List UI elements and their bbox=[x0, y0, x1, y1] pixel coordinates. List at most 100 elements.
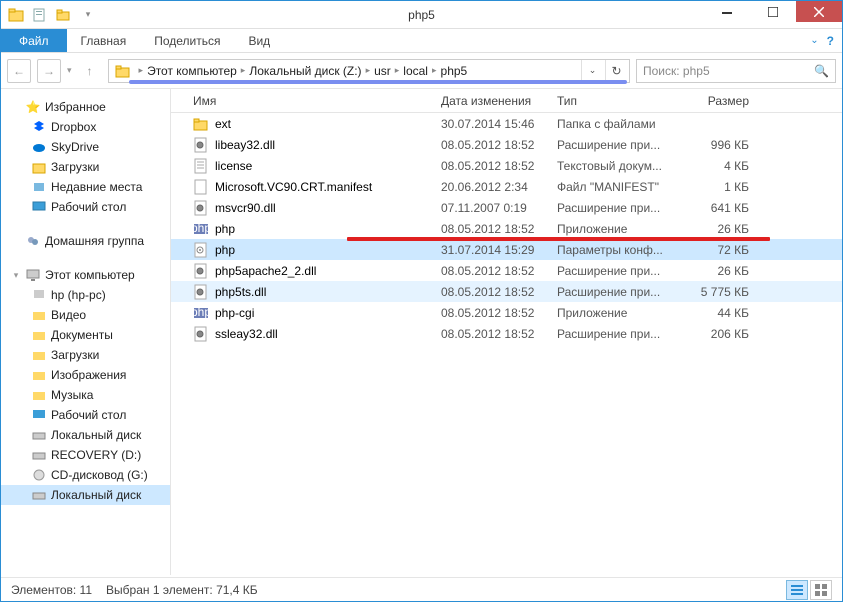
view-icons-button[interactable] bbox=[810, 580, 832, 600]
chevron-right-icon[interactable]: ▸ bbox=[364, 65, 373, 76]
download-icon bbox=[31, 159, 47, 175]
file-row[interactable]: Microsoft.VC90.CRT.manifest20.06.2012 2:… bbox=[171, 176, 842, 197]
tree-recent[interactable]: Недавние места bbox=[1, 177, 170, 197]
up-button[interactable]: ↑ bbox=[78, 59, 102, 83]
tree-downloads2[interactable]: Загрузки bbox=[1, 345, 170, 365]
file-row[interactable]: php31.07.2014 15:29Параметры конф...72 К… bbox=[171, 239, 842, 260]
file-icon bbox=[193, 179, 209, 195]
chevron-right-icon[interactable]: ▸ bbox=[430, 65, 439, 76]
col-name[interactable]: Имя bbox=[187, 94, 435, 108]
file-row[interactable]: libeay32.dll08.05.2012 18:52Расширение п… bbox=[171, 134, 842, 155]
desktop-icon bbox=[31, 407, 47, 423]
crumb-php5[interactable]: php5 bbox=[439, 64, 470, 78]
tree-drive-d[interactable]: RECOVERY (D:) bbox=[1, 445, 170, 465]
file-name: libeay32.dll bbox=[215, 138, 275, 152]
chevron-right-icon[interactable]: ▸ bbox=[137, 65, 146, 76]
tree-skydrive[interactable]: SkyDrive bbox=[1, 137, 170, 157]
file-row[interactable]: msvcr90.dll07.11.2007 0:19Расширение при… bbox=[171, 197, 842, 218]
crumb-drive[interactable]: Локальный диск (Z:) bbox=[247, 64, 363, 78]
crumb-computer[interactable]: Этот компьютер bbox=[145, 64, 239, 78]
tree-music[interactable]: Музыка bbox=[1, 385, 170, 405]
file-icon bbox=[193, 200, 209, 216]
ribbon: Файл Главная Поделиться Вид ⌄ ? bbox=[1, 29, 842, 53]
annotation-underline bbox=[129, 80, 627, 84]
file-row[interactable]: php5ts.dll08.05.2012 18:52Расширение при… bbox=[171, 281, 842, 302]
column-headers: Имя Дата изменения Тип Размер bbox=[171, 89, 842, 113]
file-type: Приложение bbox=[551, 306, 677, 320]
tab-home[interactable]: Главная bbox=[67, 29, 141, 52]
file-row[interactable]: ext30.07.2014 15:46Папка с файлами bbox=[171, 113, 842, 134]
address-bar[interactable]: ▸ Этот компьютер ▸ Локальный диск (Z:) ▸… bbox=[108, 59, 630, 83]
file-row[interactable]: php5apache2_2.dll08.05.2012 18:52Расшире… bbox=[171, 260, 842, 281]
tree-desktop2[interactable]: Рабочий стол bbox=[1, 405, 170, 425]
tree-docs[interactable]: Документы bbox=[1, 325, 170, 345]
file-row[interactable]: license08.05.2012 18:52Текстовый докум..… bbox=[171, 155, 842, 176]
file-icon bbox=[193, 116, 209, 132]
refresh-button[interactable]: ↻ bbox=[605, 60, 627, 82]
minimize-button[interactable] bbox=[704, 1, 750, 22]
titlebar: ▾ php5 bbox=[1, 1, 842, 29]
tree-dropbox[interactable]: Dropbox bbox=[1, 117, 170, 137]
tab-file[interactable]: Файл bbox=[1, 29, 67, 52]
tree-desktop[interactable]: Рабочий стол bbox=[1, 197, 170, 217]
crumb-local[interactable]: local bbox=[401, 64, 430, 78]
tree-drive-z[interactable]: Локальный диск bbox=[1, 485, 170, 505]
help-icon[interactable]: ? bbox=[827, 34, 834, 48]
tree-cd[interactable]: CD-дисковод (G:) bbox=[1, 465, 170, 485]
back-button[interactable]: ← bbox=[7, 59, 31, 83]
tree-drive-c[interactable]: Локальный диск bbox=[1, 425, 170, 445]
close-button[interactable] bbox=[796, 1, 842, 22]
view-details-button[interactable] bbox=[786, 580, 808, 600]
col-date[interactable]: Дата изменения bbox=[435, 94, 551, 108]
nav-tree: ⭐Избранное Dropbox SkyDrive Загрузки Нед… bbox=[1, 89, 171, 575]
file-date: 08.05.2012 18:52 bbox=[435, 222, 551, 236]
qat-dropdown-icon[interactable]: ▾ bbox=[77, 4, 99, 26]
col-size[interactable]: Размер bbox=[677, 94, 755, 108]
tree-homegroup[interactable]: Домашняя группа bbox=[1, 231, 170, 251]
search-input[interactable]: Поиск: php5 🔍 bbox=[636, 59, 836, 83]
addr-dropdown-icon[interactable]: ⌄ bbox=[581, 60, 603, 82]
file-icon bbox=[193, 137, 209, 153]
file-size: 206 КБ bbox=[677, 327, 755, 341]
file-row[interactable]: phpphp-cgi08.05.2012 18:52Приложение44 К… bbox=[171, 302, 842, 323]
history-dropdown-icon[interactable]: ▾ bbox=[67, 65, 72, 76]
file-icon bbox=[193, 242, 209, 258]
status-selection: Выбран 1 элемент: 71,4 КБ bbox=[106, 583, 258, 597]
col-type[interactable]: Тип bbox=[551, 94, 677, 108]
file-name: php5ts.dll bbox=[215, 285, 266, 299]
file-row[interactable]: ssleay32.dll08.05.2012 18:52Расширение п… bbox=[171, 323, 842, 344]
file-size: 641 КБ bbox=[677, 201, 755, 215]
file-type: Файл "MANIFEST" bbox=[551, 180, 677, 194]
window-controls bbox=[704, 1, 842, 22]
file-icon: php bbox=[193, 305, 209, 321]
tree-downloads[interactable]: Загрузки bbox=[1, 157, 170, 177]
file-name: msvcr90.dll bbox=[215, 201, 276, 215]
chevron-right-icon[interactable]: ▸ bbox=[239, 65, 248, 76]
file-icon bbox=[193, 326, 209, 342]
tab-view[interactable]: Вид bbox=[234, 29, 284, 52]
statusbar: Элементов: 11 Выбран 1 элемент: 71,4 КБ bbox=[1, 577, 842, 601]
tree-favorites[interactable]: ⭐Избранное bbox=[1, 97, 170, 117]
tree-computer[interactable]: ▾Этот компьютер bbox=[1, 265, 170, 285]
ribbon-expand-icon[interactable]: ⌄ bbox=[810, 35, 818, 46]
star-icon: ⭐ bbox=[25, 99, 41, 115]
chevron-right-icon[interactable]: ▸ bbox=[393, 65, 402, 76]
tree-pics[interactable]: Изображения bbox=[1, 365, 170, 385]
file-type: Параметры конф... bbox=[551, 243, 677, 257]
file-date: 08.05.2012 18:52 bbox=[435, 159, 551, 173]
new-folder-icon[interactable] bbox=[53, 4, 75, 26]
crumb-usr[interactable]: usr bbox=[372, 64, 393, 78]
cloud-icon bbox=[31, 139, 47, 155]
tab-share[interactable]: Поделиться bbox=[140, 29, 234, 52]
file-size: 72 КБ bbox=[677, 243, 755, 257]
forward-button[interactable]: → bbox=[37, 59, 61, 83]
file-row[interactable]: phpphp08.05.2012 18:52Приложение26 КБ bbox=[171, 218, 842, 239]
file-icon bbox=[193, 158, 209, 174]
maximize-button[interactable] bbox=[750, 1, 796, 22]
file-size: 5 775 КБ bbox=[677, 285, 755, 299]
file-date: 08.05.2012 18:52 bbox=[435, 327, 551, 341]
file-type: Текстовый докум... bbox=[551, 159, 677, 173]
tree-hp[interactable]: hp (hp-pc) bbox=[1, 285, 170, 305]
properties-icon[interactable] bbox=[29, 4, 51, 26]
tree-video[interactable]: Видео bbox=[1, 305, 170, 325]
